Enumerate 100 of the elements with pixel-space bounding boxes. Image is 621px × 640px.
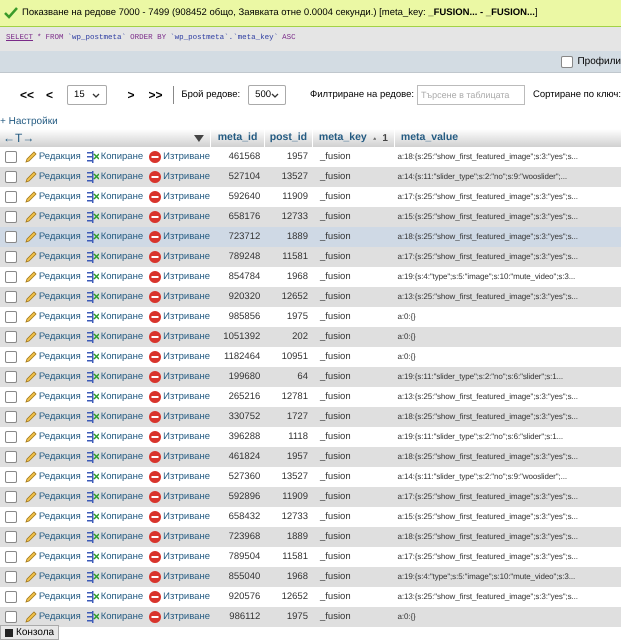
action-link[interactable]: Копиране [86, 530, 144, 544]
checkbox[interactable] [4, 311, 17, 323]
checkbox[interactable] [4, 431, 17, 443]
checkbox[interactable] [4, 331, 17, 343]
action-link[interactable]: Копиране [86, 210, 144, 224]
action-link[interactable]: Копиране [86, 190, 144, 204]
action-link[interactable]: Редакция [24, 370, 81, 384]
nav-button[interactable]: >> [146, 86, 165, 104]
action-link[interactable]: Редакция [24, 490, 81, 504]
checkbox[interactable] [561, 56, 574, 68]
table-row[interactable]: Редакция Копиране Изтриване 1051392 202 _fusion a:0:{} [0, 327, 621, 347]
nav-button[interactable]: << [18, 86, 36, 104]
action-link[interactable]: Копиране [86, 290, 144, 304]
action-link[interactable]: Копиране [86, 550, 144, 564]
checkbox[interactable] [4, 471, 17, 483]
action-link[interactable]: Копиране [86, 250, 144, 264]
table-row[interactable]: Редакция Копиране Изтриване 527104 13527 _fusion a:14:{s:11:"slider_type";s:2:"no";s:9:"wooslider";... [0, 167, 621, 187]
checkbox[interactable] [4, 211, 17, 223]
table-row[interactable]: Редакция Копиране Изтриване 658176 12733 _fusion a:15:{s:25:"show_first_featured_image";s:3:"yes";s... [0, 207, 621, 227]
action-link[interactable]: Копиране [86, 470, 144, 484]
table-row[interactable]: Редакция Копиране Изтриване 920320 12652 _fusion a:13:{s:25:"show_first_featured_image";s:3:"yes";s... [0, 287, 621, 307]
checkbox[interactable] [4, 231, 17, 243]
options-link[interactable]: + Настройки [0, 115, 58, 129]
action-link[interactable]: Копиране [86, 490, 144, 504]
checkbox[interactable] [4, 571, 17, 583]
action-link[interactable]: Редакция [24, 150, 81, 164]
action-link[interactable]: Редакция [24, 270, 81, 284]
checkbox[interactable] [4, 591, 17, 603]
checkbox[interactable] [4, 491, 17, 503]
action-link[interactable]: Копиране [86, 430, 144, 444]
dropdown-triangle-icon[interactable] [194, 134, 204, 142]
action-link[interactable]: Копиране [86, 570, 144, 584]
action-link[interactable]: Изтриване [149, 270, 210, 284]
action-link[interactable]: Изтриване [149, 610, 210, 624]
action-link[interactable]: Редакция [24, 170, 81, 184]
action-link[interactable]: Изтриване [149, 450, 210, 464]
action-link[interactable]: Редакция [24, 250, 81, 264]
action-link[interactable]: Изтриване [149, 550, 210, 564]
checkbox[interactable] [4, 611, 17, 623]
action-link[interactable]: Редакция [24, 550, 81, 564]
action-link[interactable]: Редакция [24, 390, 81, 404]
action-link[interactable]: Редакция [24, 610, 81, 624]
action-link[interactable]: Изтриване [149, 470, 210, 484]
action-link[interactable]: Изтриване [149, 530, 210, 544]
action-link[interactable]: Редакция [24, 350, 81, 364]
action-link[interactable]: Редакция [24, 310, 81, 324]
action-link[interactable]: Изтриване [149, 170, 210, 184]
action-link[interactable]: Изтриване [149, 150, 210, 164]
table-row[interactable]: Редакция Копиране Изтриване 592896 11909 _fusion a:17:{s:25:"show_first_featured_image";s:3:"yes";s... [0, 487, 621, 507]
checkbox[interactable] [4, 171, 17, 183]
checkbox[interactable] [4, 531, 17, 543]
action-link[interactable]: Редакция [24, 410, 81, 424]
action-link[interactable]: Редакция [24, 190, 81, 204]
column-resize-arrows[interactable]: ←T→ [0, 129, 194, 147]
action-link[interactable]: Редакция [24, 510, 81, 524]
action-link[interactable]: Редакция [24, 450, 81, 464]
action-link[interactable]: Копиране [86, 170, 144, 184]
action-link[interactable]: Изтриване [149, 510, 210, 524]
action-link[interactable]: Изтриване [149, 570, 210, 584]
table-row[interactable]: Редакция Копиране Изтриване 330752 1727 _fusion a:18:{s:25:"show_first_featured_image";s:3:"yes";s... [0, 407, 621, 427]
table-row[interactable]: Редакция Копиране Изтриване 461824 1957 _fusion a:18:{s:25:"show_first_featured_image";s:3:"yes";s... [0, 447, 621, 467]
action-link[interactable]: Изтриване [149, 370, 210, 384]
action-link[interactable]: Копиране [86, 310, 144, 324]
checkbox[interactable] [4, 551, 17, 563]
table-row[interactable]: Редакция Копиране Изтриване 723968 1889 _fusion a:18:{s:25:"show_first_featured_image";s:3:"yes";s... [0, 527, 621, 547]
action-link[interactable]: Копиране [86, 610, 144, 624]
action-link[interactable]: Редакция [24, 210, 81, 224]
action-link[interactable]: Копиране [86, 410, 144, 424]
nav-button[interactable]: < [44, 86, 56, 104]
action-link[interactable]: Изтриване [149, 350, 210, 364]
action-link[interactable]: Копиране [86, 230, 144, 244]
checkbox[interactable] [4, 391, 17, 403]
checkbox[interactable] [4, 411, 17, 423]
action-link[interactable]: Копиране [86, 330, 144, 344]
action-link[interactable]: Изтриване [149, 390, 210, 404]
action-link[interactable]: Копиране [86, 390, 144, 404]
action-link[interactable]: Изтриване [149, 230, 210, 244]
checkbox[interactable] [4, 151, 17, 163]
action-link[interactable]: Изтриване [149, 330, 210, 344]
console-tab[interactable]: Конзола [0, 625, 60, 640]
action-link[interactable]: Редакция [24, 430, 81, 444]
table-row[interactable]: Редакция Копиране Изтриване 855040 1968 _fusion a:19:{s:4:"type";s:5:"image";s:10:"mute_video";s:3... [0, 567, 621, 587]
action-link[interactable]: Редакция [24, 330, 81, 344]
table-row[interactable]: Редакция Копиране Изтриване 723712 1889 _fusion a:18:{s:25:"show_first_featured_image";s:3:"yes";s... [0, 227, 621, 247]
action-link[interactable]: Копиране [86, 350, 144, 364]
nav-button[interactable]: > [125, 86, 136, 104]
action-link[interactable]: Изтриване [149, 490, 210, 504]
action-link[interactable]: Изтриване [149, 310, 210, 324]
action-link[interactable]: Изтриване [149, 250, 210, 264]
table-row[interactable]: Редакция Копиране Изтриване 789248 11581 _fusion a:17:{s:25:"show_first_featured_image";s:3:"yes";s... [0, 247, 621, 267]
action-link[interactable]: Изтриване [149, 410, 210, 424]
action-link[interactable]: Редакция [24, 470, 81, 484]
checkbox[interactable] [4, 371, 17, 383]
checkbox[interactable] [4, 451, 17, 463]
action-link[interactable]: Редакция [24, 230, 81, 244]
action-link[interactable]: Изтриване [149, 210, 210, 224]
dropdown[interactable]: 500 [248, 85, 286, 105]
action-link[interactable]: Редакция [24, 570, 81, 584]
action-link[interactable]: Редакция [24, 290, 81, 304]
checkbox[interactable] [4, 271, 17, 283]
